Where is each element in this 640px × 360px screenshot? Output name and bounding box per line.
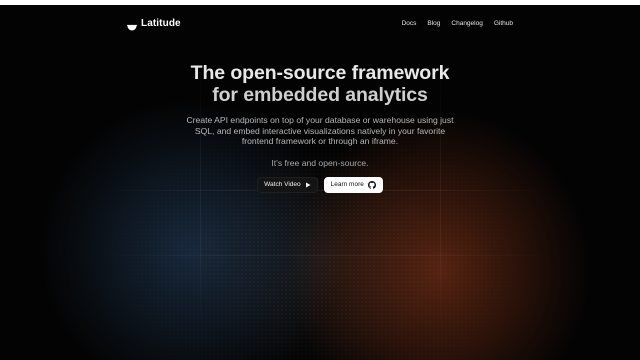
hero-title-line-1: The open-source framework <box>190 62 450 84</box>
watch-video-button[interactable]: Watch Video <box>257 176 318 193</box>
github-icon <box>367 180 376 189</box>
nav-link-docs[interactable]: Docs <box>402 20 417 27</box>
learn-more-label: Learn more <box>330 181 364 188</box>
play-icon <box>305 182 311 188</box>
landing-page: Latitude Docs Blog Changelog Github The … <box>0 0 640 360</box>
free-note: It's free and open-source. <box>271 157 369 168</box>
learn-more-button[interactable]: Learn more <box>323 176 383 193</box>
brand-home-link[interactable]: Latitude <box>127 17 181 31</box>
hero-section: The open-source framework for embedded a… <box>0 62 640 193</box>
nav-link-blog[interactable]: Blog <box>427 20 440 27</box>
nav-links: Docs Blog Changelog Github <box>402 20 513 27</box>
hero-title-line-2: for embedded analytics <box>212 84 428 106</box>
nav-link-changelog[interactable]: Changelog <box>451 20 482 27</box>
nav-link-github[interactable]: Github <box>494 20 513 27</box>
grid-line <box>95 255 555 256</box>
top-nav: Latitude Docs Blog Changelog Github <box>127 15 513 31</box>
half-circle-logo-icon <box>127 18 137 31</box>
watch-video-label: Watch Video <box>264 181 301 188</box>
cta-row: Watch Video Learn more <box>257 176 383 193</box>
hero-subtitle: Create API endpoints on top of your data… <box>186 115 454 146</box>
brand-name: Latitude <box>141 17 181 29</box>
hero-title: The open-source framework for embedded a… <box>191 62 450 106</box>
